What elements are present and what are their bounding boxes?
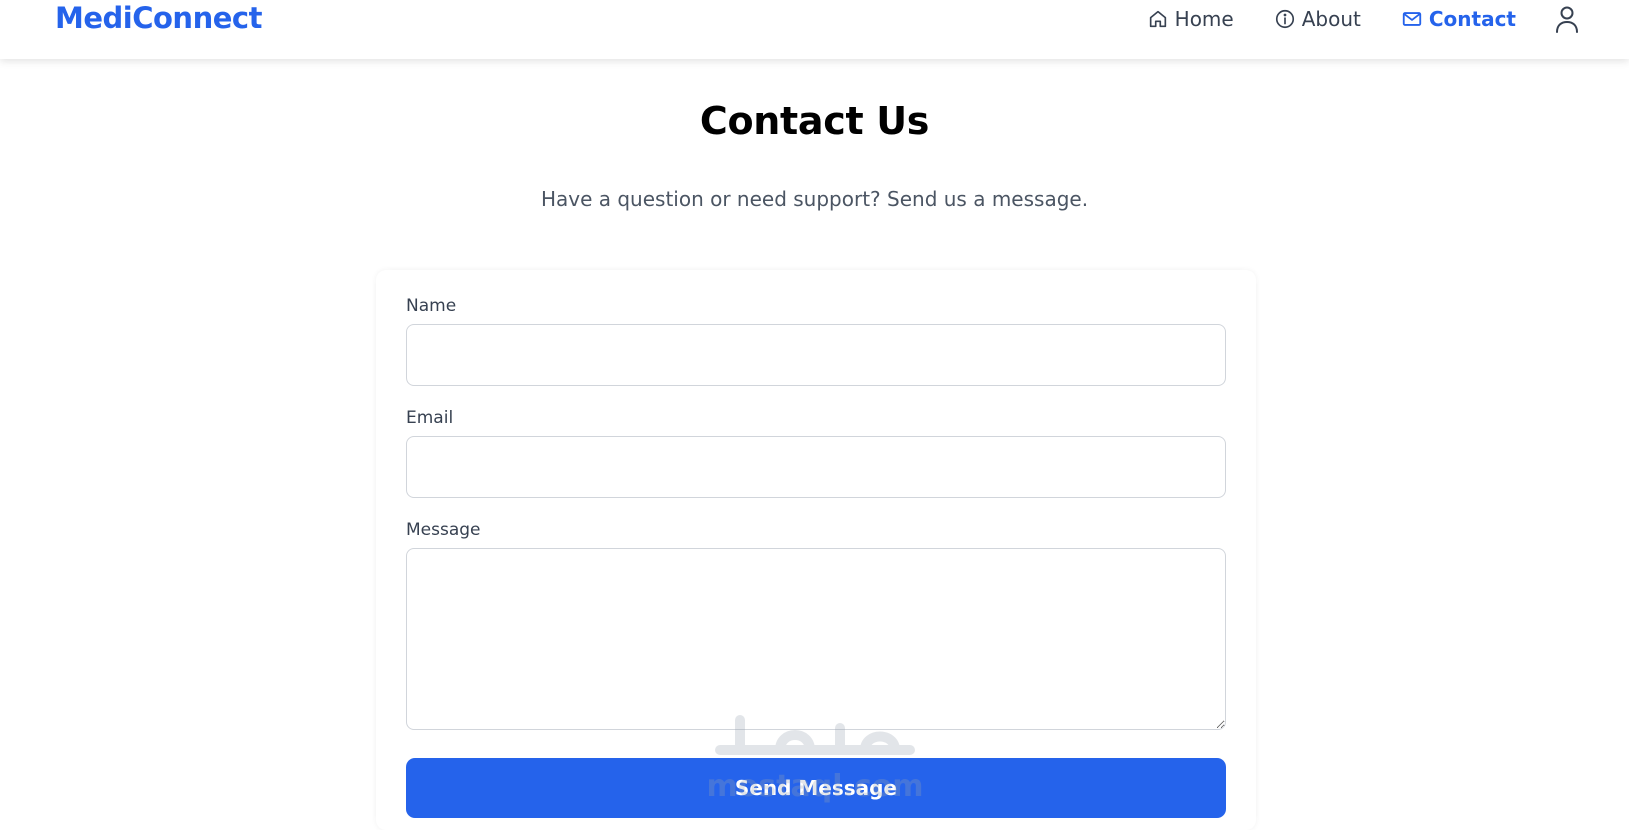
home-icon (1149, 10, 1166, 28)
top-navbar: MediConnect Home About Contact (0, 0, 1629, 59)
brand-logo[interactable]: MediConnect (55, 0, 262, 36)
info-icon (1275, 9, 1294, 29)
email-label: Email (406, 408, 454, 428)
main-nav: Home About Contact (1147, 0, 1516, 38)
send-message-button[interactable]: Send Message (406, 758, 1226, 818)
page-subtitle: Have a question or need support? Send us… (540, 187, 1089, 211)
name-input[interactable] (406, 324, 1226, 386)
nav-contact-label: Contact (1428, 7, 1516, 31)
message-textarea[interactable] (406, 548, 1226, 730)
message-label: Message (406, 520, 481, 540)
nav-about-label: About (1301, 7, 1361, 31)
name-label: Name (406, 296, 457, 316)
nav-contact-link[interactable]: Contact (1401, 7, 1516, 31)
page-title: Contact Us (699, 99, 930, 143)
user-icon (1556, 6, 1578, 33)
user-account-button[interactable] (1553, 4, 1581, 34)
mail-icon (1402, 12, 1422, 26)
nav-home-link[interactable]: Home (1147, 7, 1234, 31)
nav-home-label: Home (1174, 7, 1234, 31)
email-input[interactable] (406, 436, 1226, 498)
nav-about-link[interactable]: About (1274, 7, 1361, 31)
